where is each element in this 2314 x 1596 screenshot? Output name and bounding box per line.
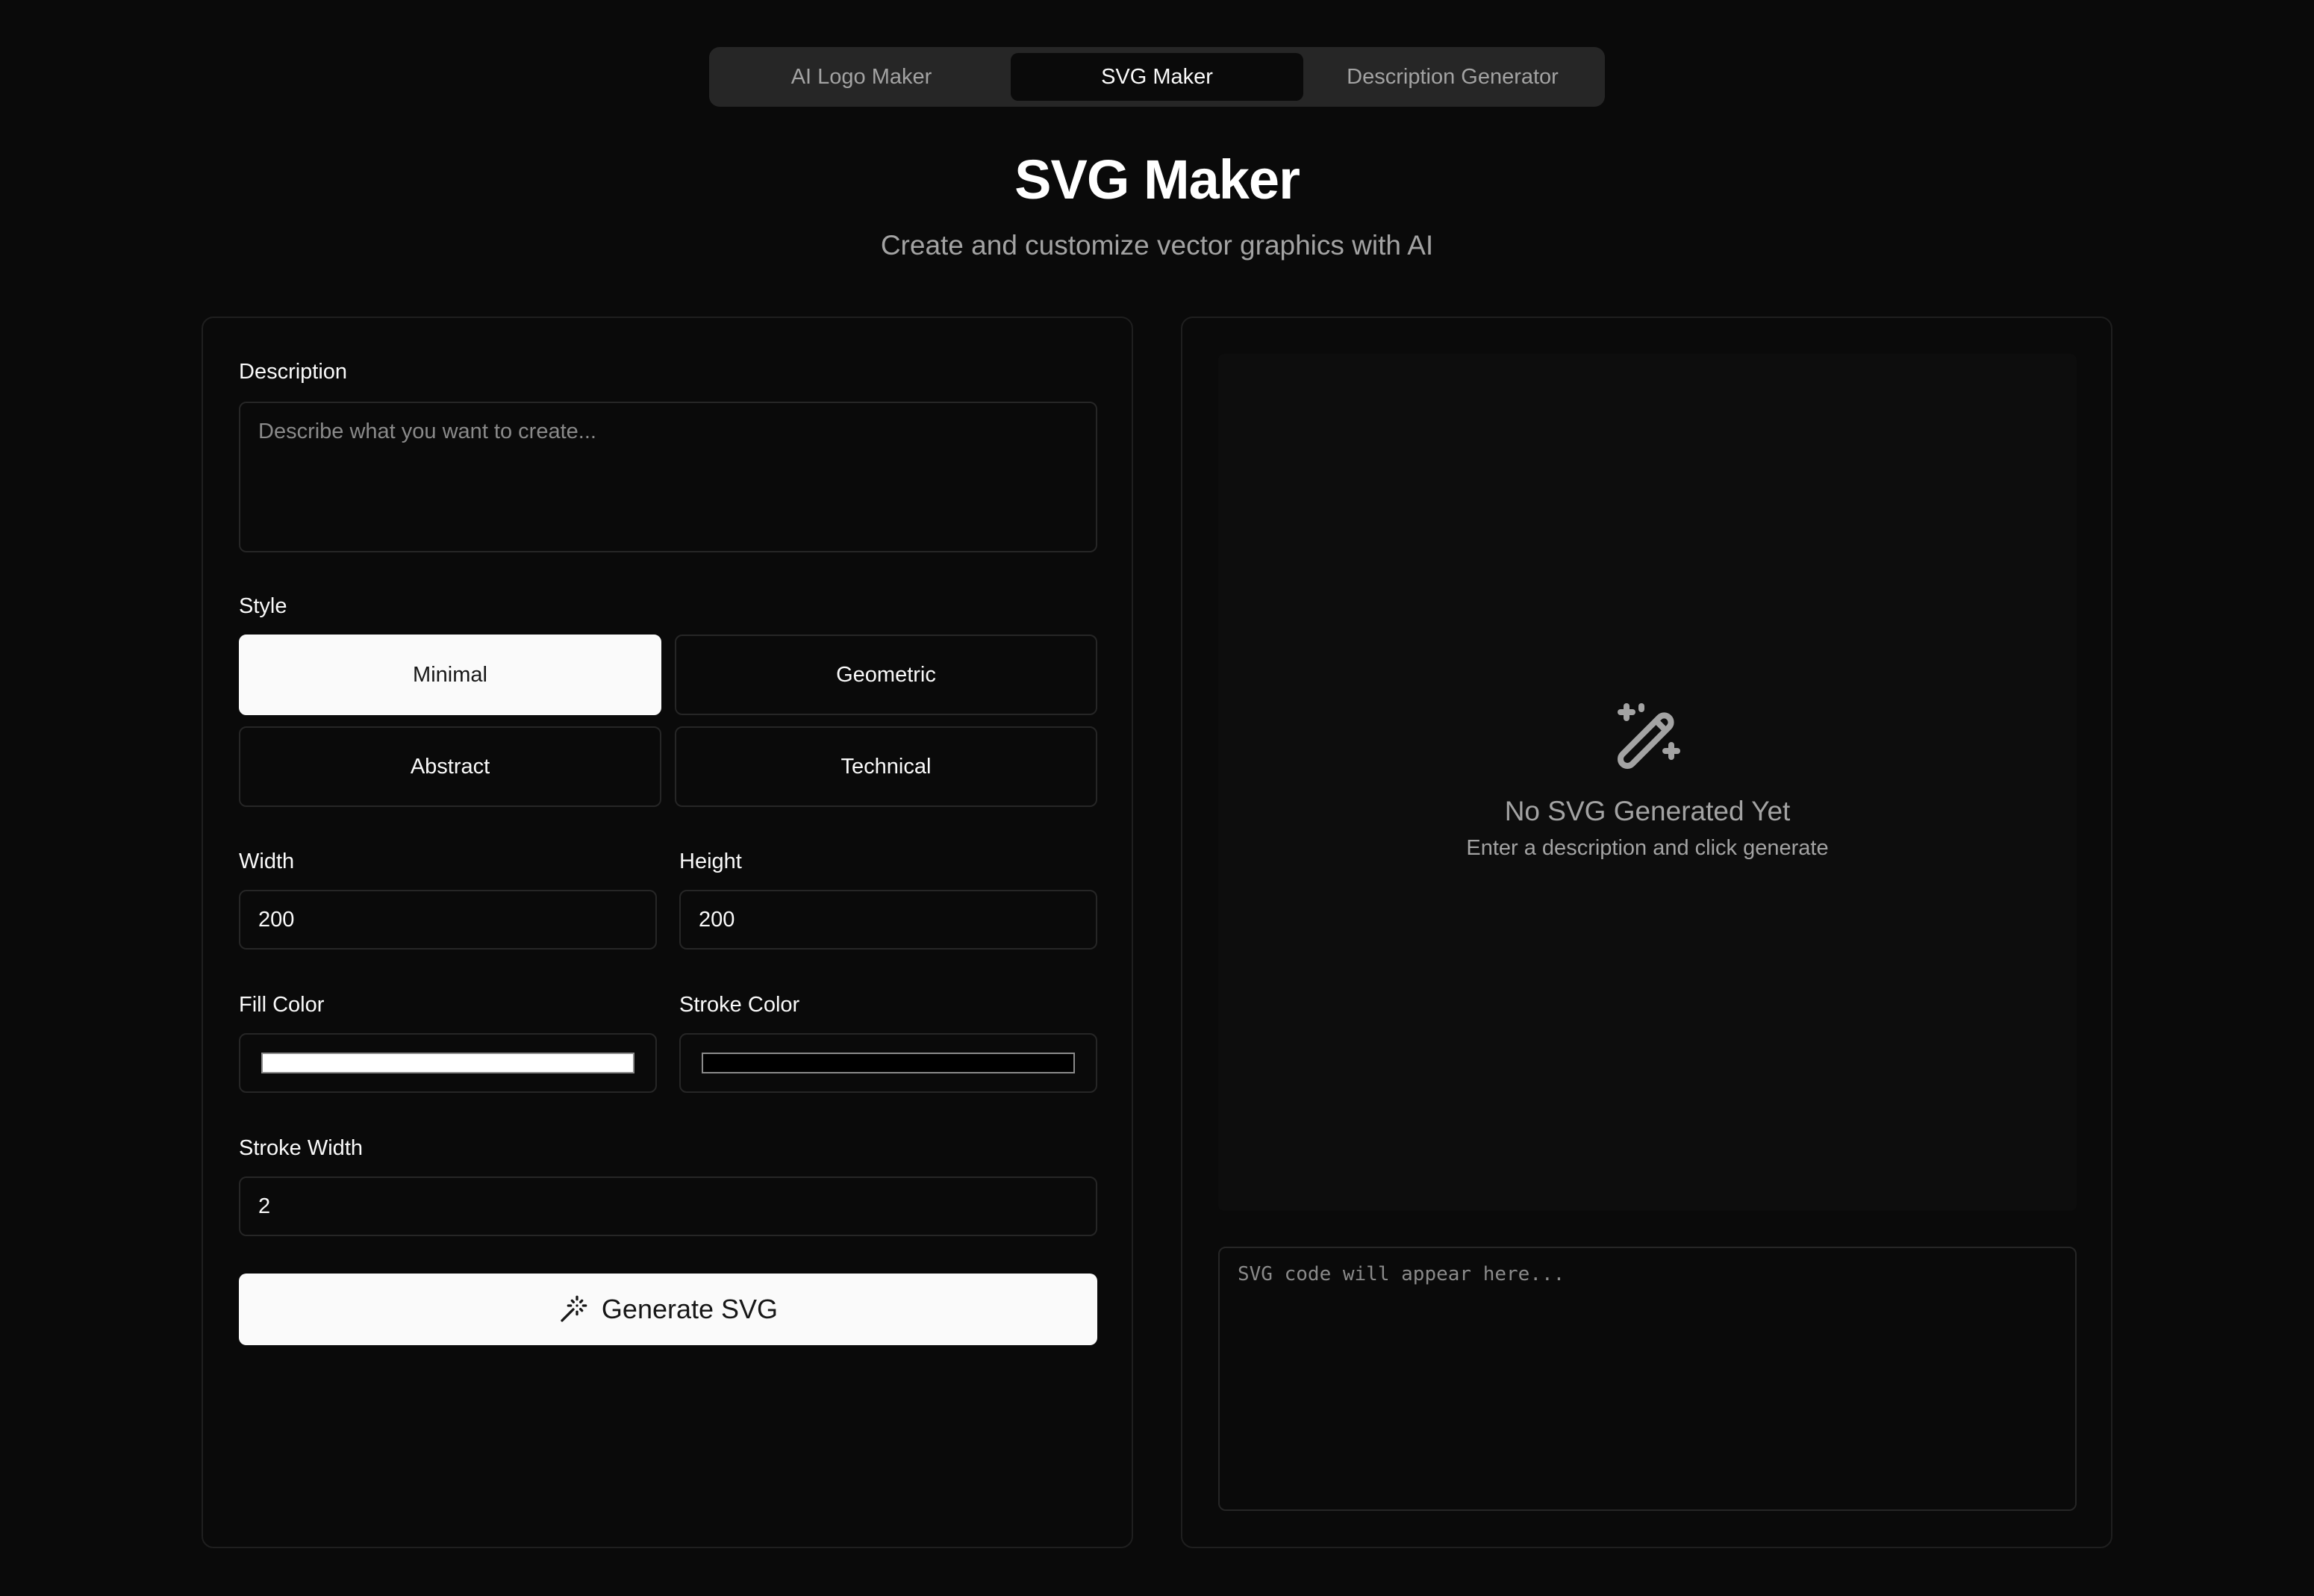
page-title: SVG Maker [1014,149,1300,211]
fill-color-swatch [261,1053,634,1073]
height-value: 200 [699,907,735,932]
fill-color-label: Fill Color [239,993,325,1017]
empty-state-subtitle: Enter a description and click generate [1466,836,1829,860]
height-label: Height [679,850,742,873]
stroke-width-label: Stroke Width [239,1136,363,1160]
tab-svg-maker[interactable]: SVG Maker [1011,53,1303,101]
generate-svg-button[interactable]: Generate SVG [239,1274,1097,1345]
width-label: Width [239,850,295,873]
stroke-width-value: 2 [258,1194,271,1218]
width-input[interactable]: 200 [239,890,657,950]
height-input[interactable]: 200 [679,890,1097,950]
stroke-color-label: Stroke Color [679,993,800,1017]
style-abstract-button[interactable]: Abstract [239,726,661,807]
preview-card: No SVG Generated Yet Enter a description… [1181,317,2112,1548]
svg-code-output[interactable] [1218,1247,2077,1511]
page-subtitle: Create and customize vector graphics wit… [880,230,1434,261]
style-technical-button[interactable]: Technical [675,726,1097,807]
stroke-color-swatch [702,1053,1075,1073]
style-geometric-button[interactable]: Geometric [675,635,1097,715]
empty-state-title: No SVG Generated Yet [1504,796,1791,826]
settings-card: Description Style Minimal Geometric Abst… [202,317,1133,1548]
style-minimal-button[interactable]: Minimal [239,635,661,715]
fill-color-input[interactable] [239,1033,657,1093]
style-label: Style [239,594,287,618]
stroke-width-input[interactable]: 2 [239,1176,1097,1236]
tab-ai-logo-maker[interactable]: AI Logo Maker [715,53,1008,101]
width-value: 200 [258,907,295,932]
generate-svg-label: Generate SVG [601,1294,779,1324]
svg-preview-area: No SVG Generated Yet Enter a description… [1218,354,2077,1211]
tab-description-generator[interactable]: Description Generator [1306,53,1599,101]
magic-wand-icon [561,1295,587,1322]
description-input[interactable] [239,402,1097,552]
description-label: Description [239,360,348,384]
stroke-color-input[interactable] [679,1033,1097,1093]
magic-wand-icon [1617,703,1680,770]
tool-tabs: AI Logo Maker SVG Maker Description Gene… [709,47,1605,107]
